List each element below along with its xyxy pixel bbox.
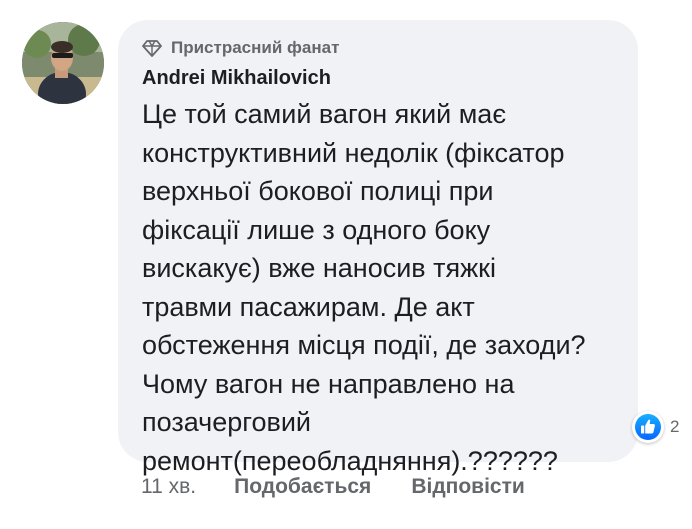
- comment-bubble: Пристрасний фанат Andrei Mikhailovich Це…: [118, 20, 638, 476]
- timestamp[interactable]: 11 хв.: [141, 475, 196, 499]
- avatar[interactable]: [22, 22, 104, 104]
- fan-badge: Пристрасний фанат: [142, 37, 614, 59]
- like-icon: [635, 414, 661, 440]
- comment-text: Це той самий вагон який має конструктивн…: [142, 99, 586, 476]
- reply-button[interactable]: Відповісти: [411, 475, 524, 499]
- reaction-count: 2: [670, 417, 680, 436]
- author-name[interactable]: Andrei Mikhailovich: [142, 65, 614, 91]
- diamond-icon: [142, 39, 162, 57]
- like-reaction-badge: [632, 411, 664, 443]
- comment-actions: 11 хв. Подобається Відповісти: [141, 474, 565, 500]
- avatar-photo: [22, 22, 104, 104]
- like-button[interactable]: Подобається: [234, 475, 371, 499]
- reaction-summary[interactable]: 2: [632, 410, 679, 444]
- badge-label: Пристрасний фанат: [171, 38, 340, 57]
